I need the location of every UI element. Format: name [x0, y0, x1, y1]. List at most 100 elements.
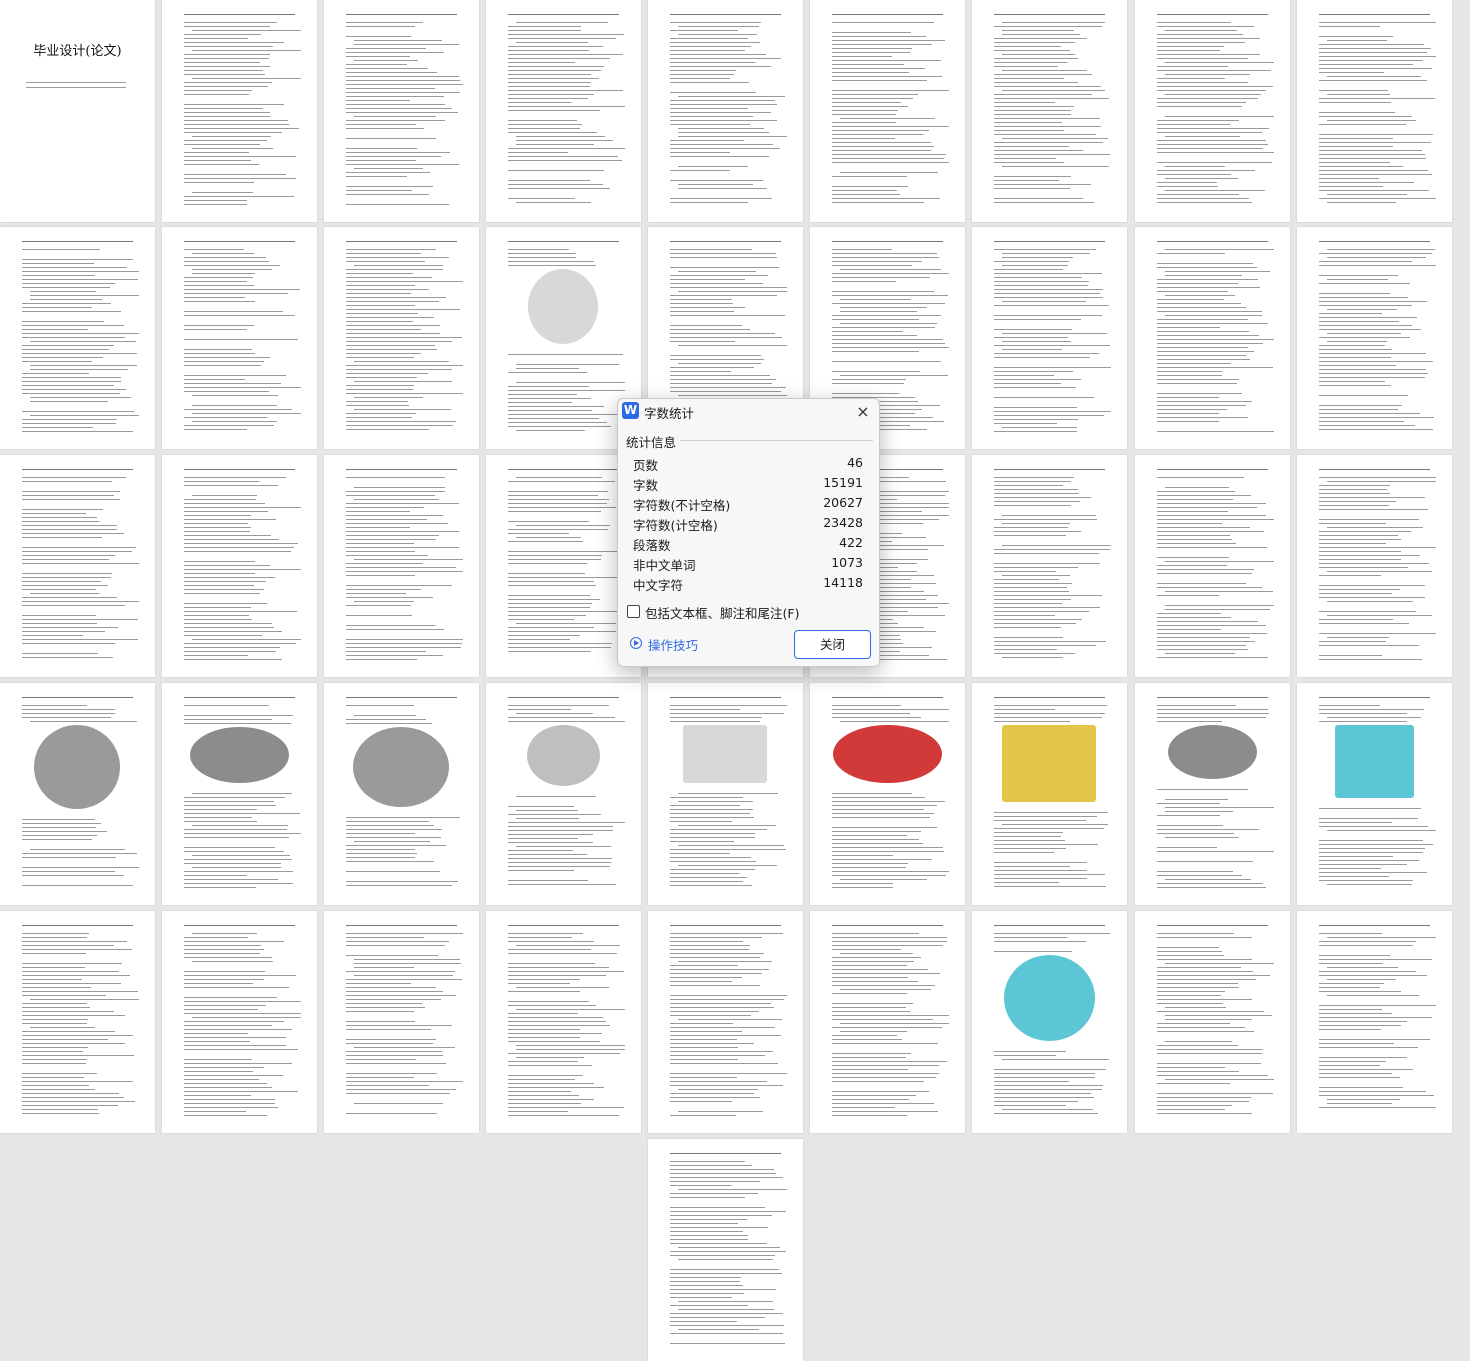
text-line	[22, 517, 97, 518]
text-line	[346, 421, 456, 422]
page-thumbnail[interactable]	[162, 683, 317, 905]
figure-image	[1168, 725, 1257, 779]
page-thumbnail[interactable]	[162, 0, 317, 222]
text-line	[670, 383, 772, 384]
text-line	[22, 983, 121, 984]
text-line	[994, 319, 1081, 320]
page-thumbnail[interactable]	[972, 0, 1127, 222]
close-icon[interactable]: ×	[853, 402, 873, 422]
page-thumbnail[interactable]	[1135, 455, 1290, 677]
text-line	[30, 295, 139, 296]
text-line	[1319, 293, 1390, 294]
text-line	[22, 853, 137, 854]
page-thumbnail[interactable]	[486, 911, 641, 1133]
text-line	[1157, 991, 1225, 992]
page-thumbnail[interactable]	[162, 227, 317, 449]
text-line	[832, 315, 941, 316]
text-line	[508, 643, 612, 644]
text-line	[508, 1037, 580, 1038]
page-thumbnail[interactable]	[648, 911, 803, 1133]
page-thumbnail[interactable]	[1297, 683, 1452, 905]
text-line	[1157, 397, 1219, 398]
close-button[interactable]: 关闭	[794, 630, 871, 659]
text-line	[670, 359, 764, 360]
page-thumbnail[interactable]	[324, 227, 479, 449]
text-line	[1319, 329, 1421, 330]
text-line	[22, 1113, 99, 1114]
page-header-rule	[994, 469, 1105, 470]
text-line	[994, 397, 1094, 398]
page-thumbnail[interactable]	[972, 911, 1127, 1133]
text-line	[1157, 26, 1254, 27]
page-thumbnail[interactable]	[648, 683, 803, 905]
checkbox-box[interactable]	[627, 605, 640, 618]
text-line	[1319, 417, 1434, 418]
text-line	[1157, 323, 1268, 324]
page-thumbnail[interactable]	[1135, 911, 1290, 1133]
text-line	[508, 511, 601, 512]
text-line	[840, 721, 949, 722]
text-line	[994, 375, 1054, 376]
page-thumbnail[interactable]	[1135, 227, 1290, 449]
text-line	[1157, 937, 1252, 938]
page-thumbnail[interactable]	[0, 911, 155, 1133]
page-thumbnail[interactable]	[810, 683, 965, 905]
text-line	[832, 1043, 938, 1044]
page-thumbnail[interactable]	[648, 1139, 803, 1361]
page-thumbnail[interactable]	[1297, 0, 1452, 222]
text-line	[22, 1077, 84, 1078]
page-thumbnail[interactable]	[324, 683, 479, 905]
page-thumbnail[interactable]: 毕业设计(论文)	[0, 0, 155, 222]
page-thumbnail[interactable]	[1135, 0, 1290, 222]
page-thumbnail[interactable]	[0, 455, 155, 677]
text-line	[678, 271, 756, 272]
text-line	[994, 78, 1064, 79]
page-thumbnail[interactable]	[162, 911, 317, 1133]
page-thumbnail[interactable]	[1135, 683, 1290, 905]
page-thumbnail[interactable]	[972, 683, 1127, 905]
text-line	[1319, 641, 1386, 642]
text-line	[1319, 52, 1427, 53]
page-thumbnail[interactable]	[324, 455, 479, 677]
page-thumbnail[interactable]	[0, 683, 155, 905]
text-line	[184, 937, 248, 938]
text-line	[670, 1289, 776, 1290]
page-thumbnail[interactable]	[1297, 911, 1452, 1133]
text-line	[346, 629, 444, 630]
text-line	[670, 957, 760, 958]
text-line	[1157, 331, 1249, 332]
page-thumbnail[interactable]	[486, 683, 641, 905]
text-line	[832, 793, 912, 794]
text-line	[1319, 26, 1380, 27]
page-thumbnail[interactable]	[1297, 455, 1452, 677]
text-line	[184, 543, 298, 544]
text-line	[22, 361, 92, 362]
text-line	[346, 477, 445, 478]
text-line	[346, 190, 412, 191]
page-thumbnail[interactable]	[162, 455, 317, 677]
text-line	[1157, 78, 1225, 79]
text-line	[346, 821, 429, 822]
text-line	[832, 1019, 933, 1020]
text-line	[22, 353, 137, 354]
page-thumbnail[interactable]	[972, 455, 1127, 677]
text-line	[184, 144, 260, 145]
page-thumbnail[interactable]	[324, 911, 479, 1133]
page-thumbnail[interactable]	[810, 0, 965, 222]
page-thumbnail[interactable]	[972, 227, 1127, 449]
text-line	[22, 509, 103, 510]
page-thumbnail[interactable]	[810, 911, 965, 1133]
text-line	[1319, 361, 1433, 362]
text-line	[192, 421, 277, 422]
page-thumbnail[interactable]	[0, 227, 155, 449]
text-line	[1157, 523, 1222, 524]
text-line	[994, 293, 1100, 294]
page-thumbnail[interactable]	[648, 0, 803, 222]
page-thumbnail[interactable]	[324, 0, 479, 222]
text-line	[1319, 421, 1404, 422]
page-thumbnail[interactable]	[1297, 227, 1452, 449]
text-line	[994, 567, 1078, 568]
page-thumbnail[interactable]	[486, 0, 641, 222]
text-line	[1319, 36, 1393, 37]
text-line	[1157, 90, 1266, 91]
